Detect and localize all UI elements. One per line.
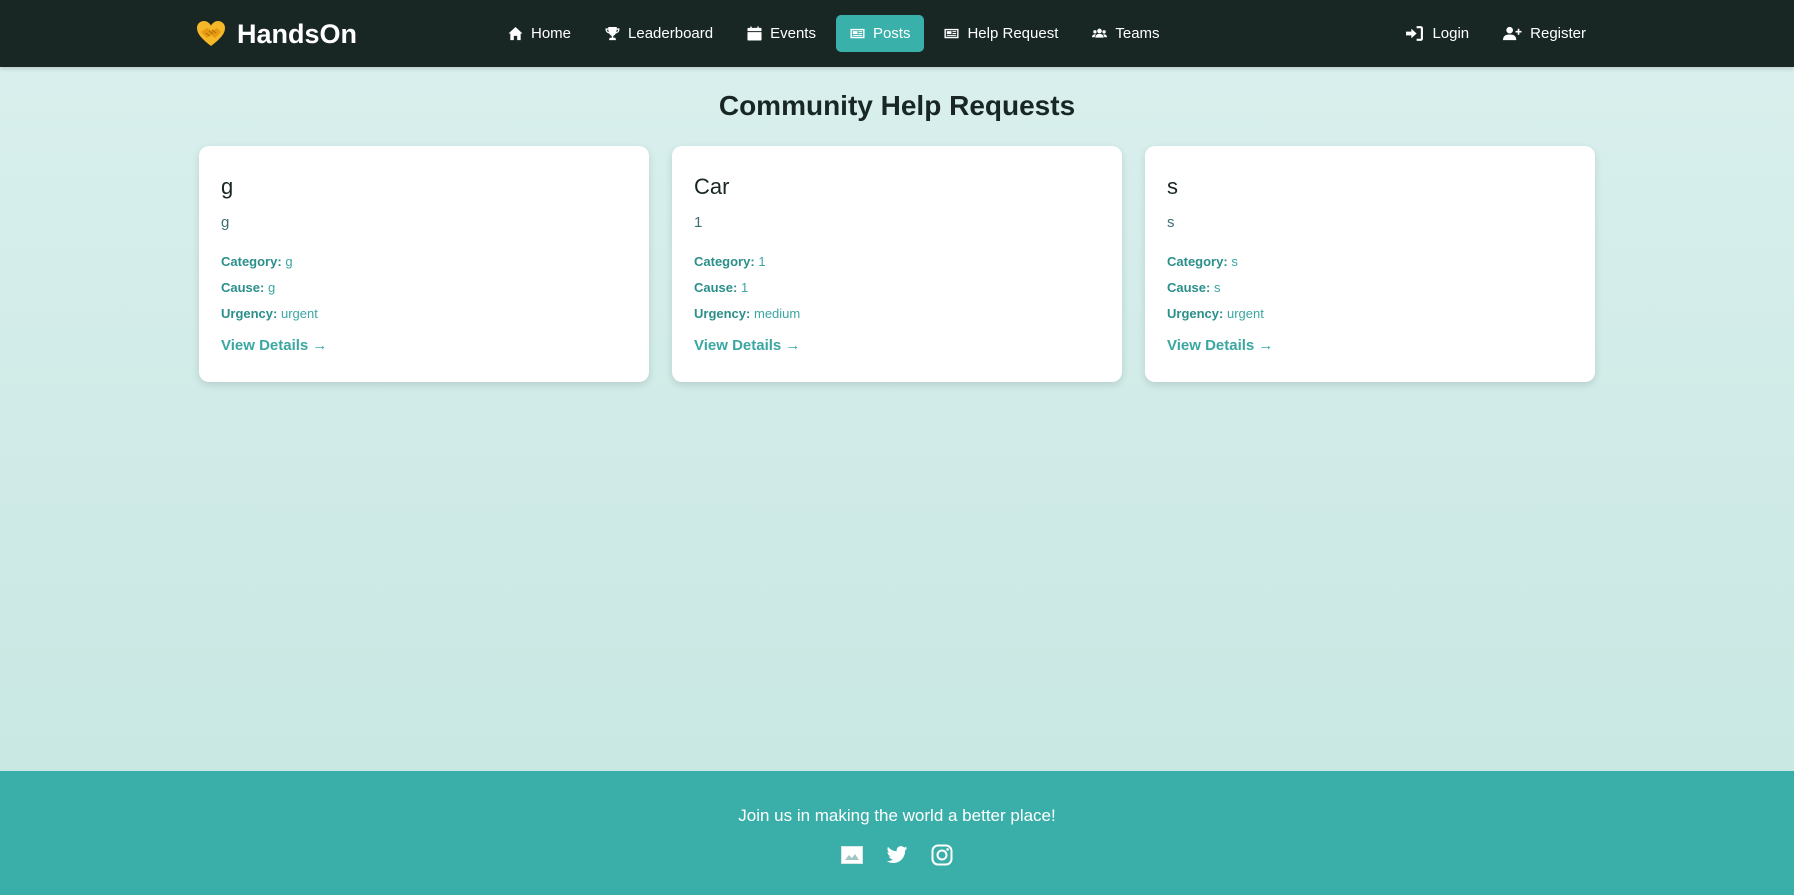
instagram-link[interactable] bbox=[930, 843, 954, 867]
help-request-card: Car 1 Category: 1 Cause: 1 Urgency: medi… bbox=[672, 146, 1122, 382]
footer-tagline: Join us in making the world a better pla… bbox=[738, 806, 1056, 825]
urgency-value: urgent bbox=[280, 306, 318, 321]
help-request-list: g g Category: g Cause: g Urgency: urgent… bbox=[199, 146, 1595, 382]
user-plus-icon bbox=[1503, 26, 1522, 41]
card-cause: Cause: 1 bbox=[694, 275, 1100, 301]
help-request-card: g g Category: g Cause: g Urgency: urgent… bbox=[199, 146, 649, 382]
card-cause: Cause: s bbox=[1167, 275, 1573, 301]
category-value: g bbox=[285, 254, 293, 269]
nav-leaderboard[interactable]: Leaderboard bbox=[591, 15, 727, 52]
urgency-label: Urgency: bbox=[1167, 306, 1224, 321]
nav-register-label: Register bbox=[1530, 25, 1586, 42]
card-description: g bbox=[221, 214, 230, 231]
footer: Join us in making the world a better pla… bbox=[0, 771, 1794, 895]
social-links bbox=[0, 843, 1794, 867]
category-label: Category: bbox=[694, 254, 755, 269]
view-details-link[interactable]: View Details → bbox=[1167, 337, 1273, 354]
users-icon bbox=[1092, 28, 1108, 38]
nav-login[interactable]: Login bbox=[1391, 15, 1483, 52]
brand-name: HandsOn bbox=[237, 18, 358, 49]
card-urgency: Urgency: medium bbox=[694, 301, 1100, 327]
sign-in-icon bbox=[1406, 26, 1424, 41]
card-description: s bbox=[1167, 214, 1175, 231]
trophy-icon bbox=[605, 26, 620, 41]
urgency-label: Urgency: bbox=[694, 306, 751, 321]
card-description: 1 bbox=[694, 214, 703, 231]
category-value: 1 bbox=[758, 254, 766, 269]
twitter-icon bbox=[886, 846, 908, 864]
cause-value: 1 bbox=[740, 280, 749, 295]
card-category: Category: s bbox=[1167, 249, 1573, 275]
category-label: Category: bbox=[221, 254, 282, 269]
card-title: Car bbox=[694, 174, 730, 199]
nav-login-label: Login bbox=[1432, 25, 1470, 42]
nav-leaderboard-label: Leaderboard bbox=[628, 25, 714, 42]
category-label: Category: bbox=[1167, 254, 1228, 269]
newspaper-icon bbox=[944, 28, 959, 39]
cause-value: s bbox=[1213, 280, 1221, 295]
nav-home[interactable]: Home bbox=[494, 15, 585, 52]
urgency-label: Urgency: bbox=[221, 306, 278, 321]
nav-posts[interactable]: Posts bbox=[835, 15, 925, 52]
cause-label: Cause: bbox=[694, 280, 738, 295]
cause-value: g bbox=[267, 280, 276, 295]
facebook-link[interactable] bbox=[840, 843, 864, 867]
urgency-value: urgent bbox=[1226, 306, 1264, 321]
nav-home-label: Home bbox=[531, 25, 572, 42]
card-title: g bbox=[221, 174, 234, 199]
cause-label: Cause: bbox=[221, 280, 265, 295]
auth-nav: Login Register bbox=[1391, 15, 1600, 52]
instagram-icon bbox=[931, 844, 953, 866]
nav-teams-label: Teams bbox=[1115, 25, 1160, 42]
nav-events-label: Events bbox=[770, 25, 816, 42]
navbar: HandsOn Home Leaderboard Events Posts He… bbox=[0, 0, 1794, 67]
main-nav: Home Leaderboard Events Posts Help Reque… bbox=[494, 15, 1174, 52]
nav-events[interactable]: Events bbox=[733, 15, 830, 52]
nav-help-request[interactable]: Help Request bbox=[930, 15, 1072, 52]
nav-register[interactable]: Register bbox=[1489, 15, 1600, 52]
card-title: s bbox=[1167, 174, 1178, 199]
handshake-heart-icon bbox=[197, 21, 225, 46]
card-urgency: Urgency: urgent bbox=[1167, 301, 1573, 327]
brand[interactable]: HandsOn bbox=[195, 16, 357, 52]
page-title: Community Help Requests bbox=[718, 90, 1076, 121]
facebook-image-icon bbox=[841, 846, 863, 864]
cause-label: Cause: bbox=[1167, 280, 1211, 295]
card-cause: Cause: g bbox=[221, 275, 627, 301]
view-details-link[interactable]: View Details → bbox=[221, 337, 327, 354]
view-details-link[interactable]: View Details → bbox=[694, 337, 800, 354]
nav-help-request-label: Help Request bbox=[967, 25, 1059, 42]
nav-posts-label: Posts bbox=[872, 25, 911, 42]
card-urgency: Urgency: urgent bbox=[221, 301, 627, 327]
card-category: Category: g bbox=[221, 249, 627, 275]
twitter-link[interactable] bbox=[885, 843, 909, 867]
home-icon bbox=[508, 26, 523, 41]
help-request-card: s s Category: s Cause: s Urgency: urgent… bbox=[1145, 146, 1595, 382]
category-value: s bbox=[1231, 254, 1238, 269]
urgency-value: medium bbox=[753, 306, 801, 321]
calendar-icon bbox=[747, 26, 762, 41]
nav-teams[interactable]: Teams bbox=[1078, 15, 1173, 52]
newspaper-icon bbox=[850, 28, 865, 39]
card-category: Category: 1 bbox=[694, 249, 1100, 275]
